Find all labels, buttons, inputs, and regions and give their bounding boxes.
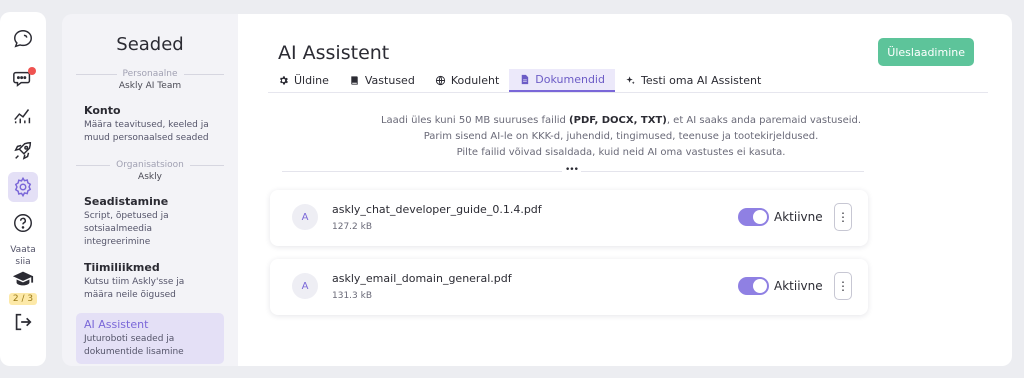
active-toggle[interactable] [738, 277, 769, 295]
tab-dokumendid[interactable]: Dokumendid [509, 69, 615, 92]
sidebar-item-title: Tiimiliikmed [84, 261, 160, 274]
conversations-icon[interactable] [8, 64, 38, 94]
sidebar-item-seadistamine[interactable]: Seadistamine Script, õpetused ja sotsiaa… [76, 190, 224, 254]
tab-label: Vastused [364, 74, 415, 87]
sparkles-icon [626, 76, 635, 85]
sidebar-item-title: AI Assistent [84, 318, 149, 331]
info-line-3: Pilte failid võivad sisaldada, kuid neid… [456, 147, 786, 158]
sidebar-item-tiimiliikmed[interactable]: Tiimiliikmed Kutsu tiim Askly'sse ja mää… [76, 256, 224, 307]
guide-progress-badge: 2 / 3 [8, 293, 38, 305]
globe-icon [435, 75, 445, 86]
help-question-icon[interactable] [8, 208, 38, 238]
guide-label[interactable]: Vaata siia [8, 244, 38, 268]
document-card: A askly_chat_developer_guide_0.1.4.pdf 1… [270, 190, 868, 246]
tab-label: Üldine [294, 74, 329, 87]
active-toggle[interactable] [738, 208, 769, 226]
divider-handle[interactable]: ••• [562, 165, 581, 175]
document-avatar: A [292, 204, 318, 230]
org-section-header: Organisatsioon [76, 160, 225, 170]
toggle-knob [753, 279, 767, 293]
document-size: 127.2 kB [332, 222, 373, 232]
document-card: A askly_email_domain_general.pdf 131.3 k… [270, 259, 868, 315]
sidebar-item-title: Konto [84, 104, 121, 117]
info-line-2: Parim sisend AI-le on KKK-d, juhendid, t… [423, 131, 819, 142]
tab-testi-ai-assistent[interactable]: Testi oma AI Assistent [615, 69, 771, 92]
document-size: 131.3 kB [332, 291, 373, 301]
sidebar-item-title: Seadistamine [84, 195, 169, 208]
tab-koduleht[interactable]: Koduleht [425, 69, 509, 92]
main-panel: AI Assistent Üleslaadimine Üldine Vastus… [238, 14, 1012, 366]
toggle-status-label: Aktiivne [774, 279, 823, 293]
upload-button[interactable]: Üleslaadimine [878, 38, 974, 66]
settings-sidebar: Seaded Personaalne Askly AI Team Konto M… [62, 14, 238, 366]
personal-section-header: Personaalne [76, 69, 225, 79]
page-title: AI Assistent [278, 42, 390, 64]
upload-info-text: Laadi üles kuni 50 MB suuruses failid (P… [272, 113, 970, 161]
book-icon [351, 76, 358, 85]
chat-bubble-logo-icon[interactable] [8, 24, 38, 54]
analytics-chart-icon[interactable] [8, 100, 38, 130]
graduation-cap-icon[interactable] [8, 268, 38, 290]
logout-icon[interactable] [8, 307, 38, 337]
sidebar-item-konto[interactable]: Konto Määra teavitused, keeled ja muud p… [76, 99, 224, 150]
sidebar-item-desc: Juturoboti seaded ja dokumentide lisamin… [84, 334, 184, 357]
tab-label: Dokumendid [535, 73, 605, 86]
sidebar-item-desc: Kutsu tiim Askly'sse ja määra neile õigu… [84, 277, 185, 300]
document-menu-button[interactable]: ⋮ [834, 272, 852, 300]
personal-section-team: Askly AI Team [118, 81, 182, 91]
document-icon [522, 74, 529, 85]
settings-gear-icon[interactable] [8, 172, 38, 202]
org-section-name: Askly [138, 172, 162, 182]
sidebar-item-desc: Määra teavitused, keeled ja muud persona… [84, 120, 209, 143]
personal-section-label: Personaalne [122, 69, 178, 79]
document-menu-button[interactable]: ⋮ [834, 203, 852, 231]
document-name: askly_chat_developer_guide_0.1.4.pdf [332, 203, 542, 216]
org-section-label: Organisatsioon [116, 160, 184, 170]
icon-rail: Vaata siia 2 / 3 [0, 12, 46, 366]
tab-uldine[interactable]: Üldine [268, 69, 339, 92]
tab-bar: Üldine Vastused Koduleht Dokumendid Test… [268, 69, 988, 93]
tab-vastused[interactable]: Vastused [339, 69, 425, 92]
notification-dot [28, 67, 36, 75]
sidebar-item-desc: Script, õpetused ja sotsiaalmeedia integ… [84, 211, 169, 247]
info-line-1: Laadi üles kuni 50 MB suuruses failid (P… [380, 115, 862, 126]
sidebar-item-ai-assistent[interactable]: AI Assistent Juturoboti seaded ja dokume… [76, 313, 224, 364]
document-avatar: A [292, 273, 318, 299]
settings-title: Seaded [116, 34, 184, 55]
toggle-knob [753, 210, 767, 224]
tab-label: Koduleht [450, 74, 500, 87]
document-name: askly_email_domain_general.pdf [332, 272, 512, 285]
gear-icon [279, 76, 288, 85]
toggle-status-label: Aktiivne [774, 210, 823, 224]
tab-label: Testi oma AI Assistent [640, 74, 762, 87]
rocket-icon[interactable] [8, 136, 38, 166]
